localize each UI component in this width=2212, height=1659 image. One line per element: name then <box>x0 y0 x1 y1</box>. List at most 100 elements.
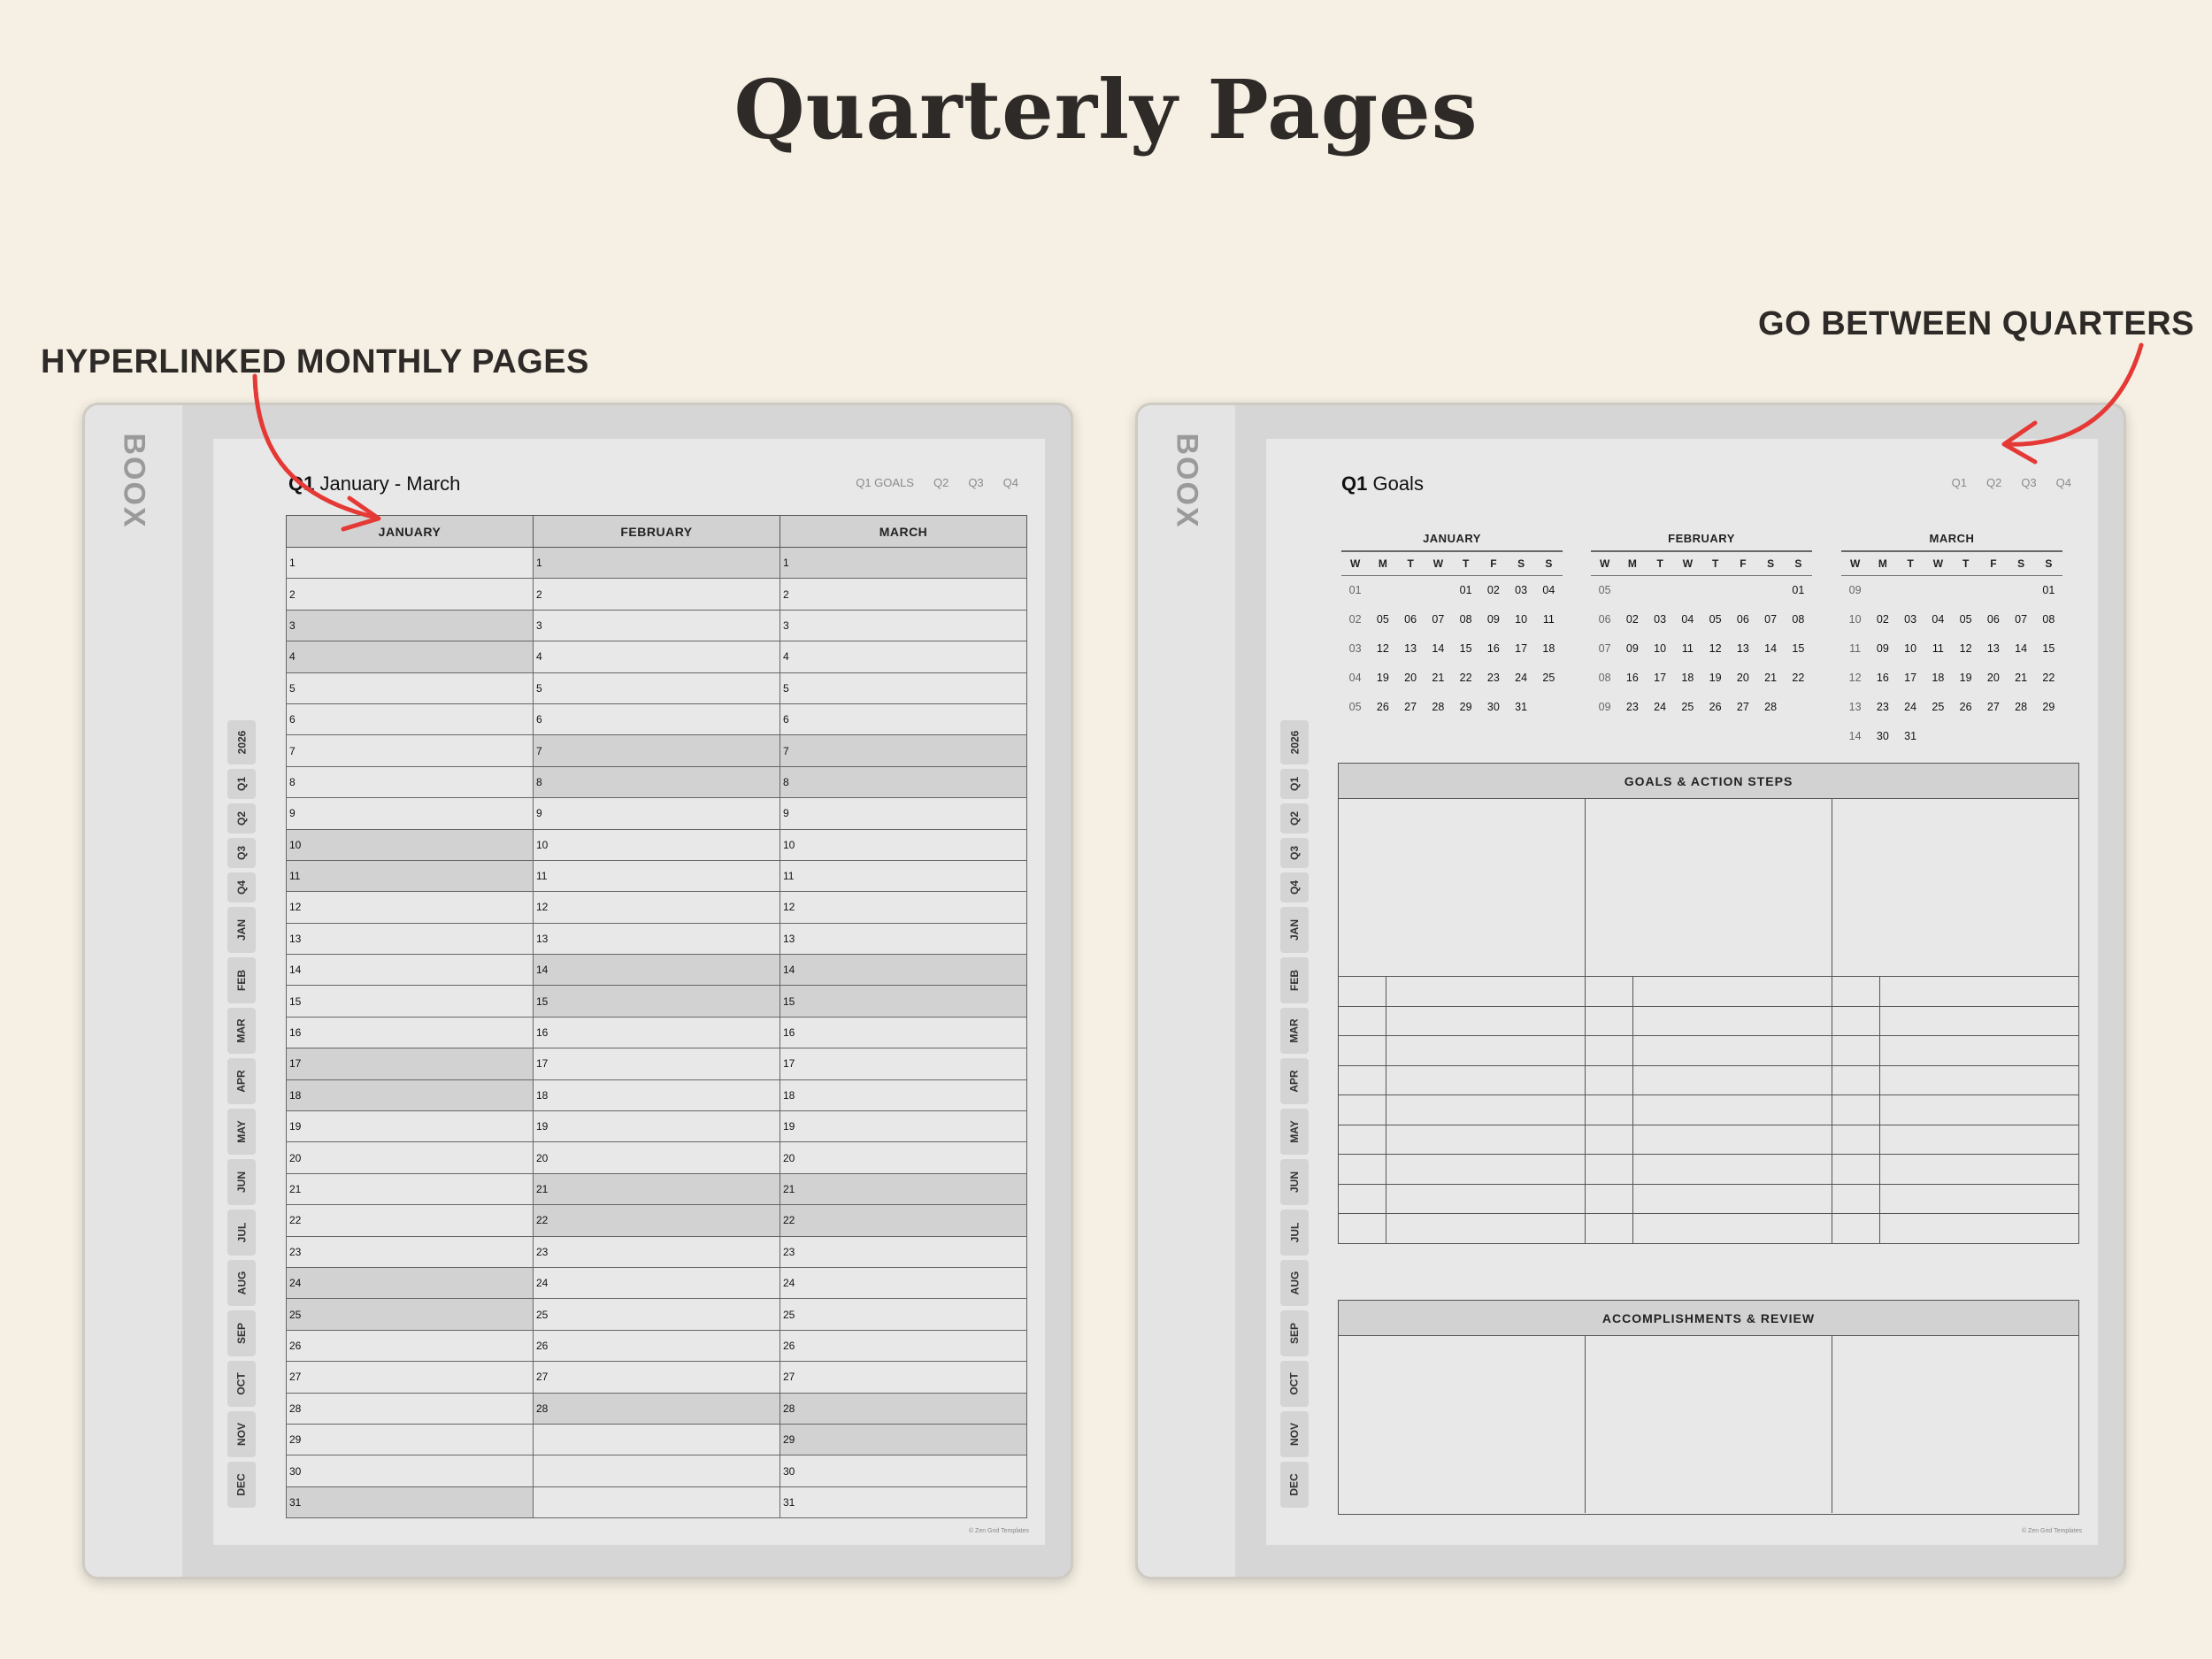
day-cell[interactable]: 11 <box>286 859 534 893</box>
side-tab-oct[interactable]: OCT <box>1280 1361 1309 1407</box>
week-number[interactable]: 06 <box>1591 604 1618 634</box>
day-cell[interactable]: 26 <box>286 1329 534 1363</box>
calendar-day[interactable]: 12 <box>1701 634 1729 663</box>
calendar-day[interactable]: 21 <box>2008 663 2035 692</box>
calendar-day[interactable]: 01 <box>2035 575 2062 604</box>
day-cell[interactable]: 10 <box>286 828 534 861</box>
nav-link-q3[interactable]: Q3 <box>2021 476 2036 489</box>
day-cell[interactable]: 14 <box>780 954 1027 987</box>
calendar-day[interactable]: 11 <box>1674 634 1701 663</box>
day-cell[interactable]: 30 <box>286 1455 534 1487</box>
calendar-day[interactable]: 03 <box>1897 604 1924 634</box>
day-cell[interactable]: 13 <box>780 922 1027 956</box>
month-header-february[interactable]: FEBRUARY <box>533 515 780 548</box>
action-step-line[interactable] <box>1880 1213 2078 1243</box>
day-cell[interactable]: 23 <box>286 1235 534 1268</box>
day-cell[interactable]: 29 <box>286 1423 534 1456</box>
day-cell[interactable]: 2 <box>780 578 1027 611</box>
side-tab-jan[interactable]: JAN <box>227 907 256 953</box>
nav-link-q4[interactable]: Q4 <box>1003 476 1018 489</box>
day-cell[interactable]: 27 <box>533 1361 780 1394</box>
action-step-line[interactable] <box>1633 1124 1832 1155</box>
action-checkbox[interactable] <box>1586 976 1632 1006</box>
day-cell[interactable]: 10 <box>533 828 780 861</box>
day-cell[interactable]: 5 <box>780 672 1027 704</box>
action-step-line[interactable] <box>1386 1005 1585 1036</box>
action-step-line[interactable] <box>1386 1064 1585 1095</box>
side-tab-mar[interactable]: MAR <box>1280 1008 1309 1054</box>
action-checkbox[interactable] <box>1339 1213 1386 1243</box>
calendar-day[interactable]: 29 <box>1452 692 1479 721</box>
action-step-line[interactable] <box>1633 976 1832 1006</box>
calendar-day[interactable]: 13 <box>1397 634 1425 663</box>
calendar-day[interactable]: 30 <box>1869 721 1896 750</box>
calendar-day[interactable]: 05 <box>1952 604 1979 634</box>
mini-calendar-title[interactable]: MARCH <box>1841 532 2062 552</box>
day-cell[interactable]: 23 <box>533 1235 780 1268</box>
calendar-day[interactable]: 23 <box>1618 692 1646 721</box>
action-step-line[interactable] <box>1633 1213 1832 1243</box>
action-step-line[interactable] <box>1880 976 2078 1006</box>
week-number[interactable]: 12 <box>1841 663 1869 692</box>
calendar-day[interactable]: 13 <box>1979 634 2007 663</box>
calendar-day[interactable]: 25 <box>1674 692 1701 721</box>
calendar-day[interactable]: 03 <box>1508 575 1535 604</box>
review-area[interactable] <box>1586 1336 1832 1513</box>
day-cell[interactable]: 3 <box>533 609 780 642</box>
week-number[interactable]: 05 <box>1341 692 1369 721</box>
day-cell[interactable]: 18 <box>780 1079 1027 1112</box>
side-tab-jun[interactable]: JUN <box>227 1159 256 1205</box>
day-cell[interactable]: 5 <box>286 672 534 704</box>
day-cell[interactable]: 10 <box>780 828 1027 861</box>
action-checkbox[interactable] <box>1832 1154 1879 1184</box>
side-tab-nov[interactable]: NOV <box>1280 1411 1309 1457</box>
day-cell[interactable]: 6 <box>533 703 780 736</box>
calendar-day[interactable]: 14 <box>1757 634 1785 663</box>
action-checkbox[interactable] <box>1339 976 1386 1006</box>
calendar-day[interactable]: 21 <box>1425 663 1452 692</box>
day-cell[interactable]: 18 <box>533 1079 780 1112</box>
calendar-day[interactable]: 05 <box>1369 604 1396 634</box>
week-number[interactable]: 11 <box>1841 634 1869 663</box>
action-checkbox[interactable] <box>1832 1124 1879 1155</box>
side-tab-q3[interactable]: Q3 <box>227 838 256 868</box>
action-checkbox[interactable] <box>1586 1064 1632 1095</box>
calendar-day[interactable]: 07 <box>1757 604 1785 634</box>
day-cell[interactable]: 6 <box>286 703 534 736</box>
month-header-january[interactable]: JANUARY <box>286 515 534 548</box>
action-step-line[interactable] <box>1386 1183 1585 1214</box>
calendar-day[interactable]: 05 <box>1701 604 1729 634</box>
day-cell[interactable]: 28 <box>286 1392 534 1425</box>
day-cell[interactable]: 21 <box>533 1172 780 1206</box>
day-cell[interactable]: 31 <box>286 1486 534 1519</box>
day-cell[interactable]: 4 <box>780 641 1027 673</box>
action-step-line[interactable] <box>1880 1124 2078 1155</box>
calendar-day[interactable]: 24 <box>1897 692 1924 721</box>
side-tab-dec[interactable]: DEC <box>1280 1462 1309 1508</box>
week-number[interactable]: 05 <box>1591 575 1618 604</box>
calendar-day[interactable]: 01 <box>1452 575 1479 604</box>
side-tab-q4[interactable]: Q4 <box>227 872 256 902</box>
side-tab-may[interactable]: MAY <box>227 1109 256 1155</box>
day-cell[interactable] <box>533 1455 780 1487</box>
day-cell[interactable]: 16 <box>533 1016 780 1049</box>
day-cell[interactable]: 22 <box>286 1204 534 1237</box>
calendar-day[interactable]: 19 <box>1952 663 1979 692</box>
calendar-day[interactable]: 28 <box>2008 692 2035 721</box>
calendar-day[interactable]: 19 <box>1369 663 1396 692</box>
action-step-line[interactable] <box>1386 1094 1585 1125</box>
calendar-day[interactable]: 24 <box>1508 663 1535 692</box>
day-cell[interactable]: 31 <box>780 1486 1027 1519</box>
calendar-day[interactable]: 18 <box>1535 634 1563 663</box>
calendar-day[interactable]: 07 <box>2008 604 2035 634</box>
day-cell[interactable]: 3 <box>286 609 534 642</box>
side-tab-q4[interactable]: Q4 <box>1280 872 1309 902</box>
week-number[interactable]: 03 <box>1341 634 1369 663</box>
calendar-day[interactable]: 12 <box>1952 634 1979 663</box>
action-checkbox[interactable] <box>1832 1064 1879 1095</box>
calendar-day[interactable]: 15 <box>2035 634 2062 663</box>
goal-area[interactable] <box>1586 799 1832 976</box>
calendar-day[interactable]: 02 <box>1479 575 1507 604</box>
day-cell[interactable] <box>533 1486 780 1519</box>
day-cell[interactable]: 14 <box>533 954 780 987</box>
